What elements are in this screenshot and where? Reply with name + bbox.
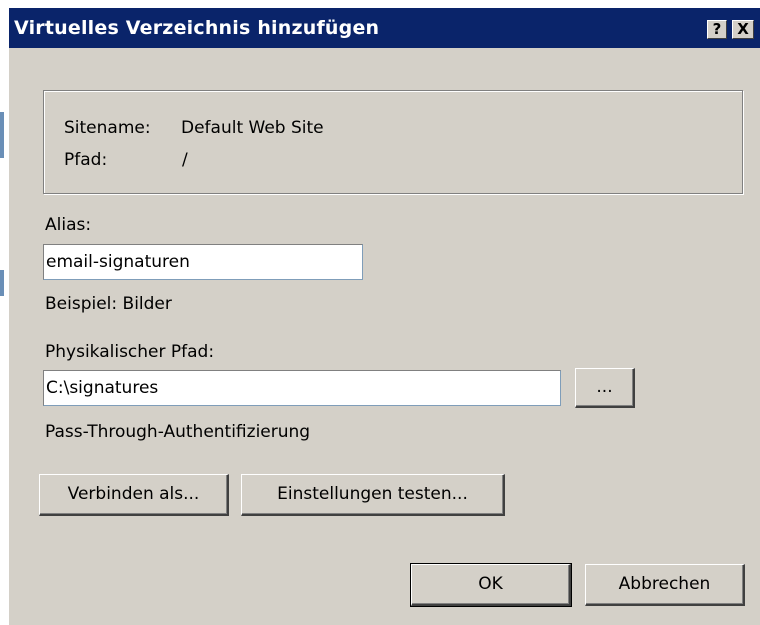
sitename-label: Sitename: xyxy=(64,118,151,138)
question-mark-icon: ? xyxy=(712,20,722,38)
alias-example-text: Beispiel: Bilder xyxy=(45,294,172,314)
path-value: / xyxy=(182,150,188,170)
path-label: Pfad: xyxy=(64,150,108,170)
cancel-button[interactable]: Abbrechen xyxy=(585,564,745,606)
ok-label: OK xyxy=(478,574,503,594)
alias-label: Alias: xyxy=(45,215,92,235)
cancel-label: Abbrechen xyxy=(618,574,711,594)
dialog-title: Virtuelles Verzeichnis hinzufügen xyxy=(14,17,380,39)
title-bar[interactable]: Virtuelles Verzeichnis hinzufügen ? X xyxy=(9,8,760,48)
close-icon: X xyxy=(737,20,749,38)
connect-as-label: Verbinden als... xyxy=(67,484,200,504)
site-info-group: Sitename: Default Web Site Pfad: / xyxy=(43,90,743,194)
connect-as-button[interactable]: Verbinden als... xyxy=(39,474,229,516)
add-virtual-directory-dialog: Virtuelles Verzeichnis hinzufügen ? X Si… xyxy=(8,8,760,625)
authentication-text: Pass-Through-Authentifizierung xyxy=(45,422,311,442)
close-button[interactable]: X xyxy=(732,20,754,39)
ok-button[interactable]: OK xyxy=(410,563,572,607)
alias-input[interactable]: email-signaturen xyxy=(43,244,363,280)
browse-button-label: ... xyxy=(596,377,613,397)
help-button[interactable]: ? xyxy=(707,20,727,39)
physical-path-label: Physikalischer Pfad: xyxy=(45,342,215,362)
physical-path-input[interactable]: C:\signatures xyxy=(43,370,561,406)
sitename-value: Default Web Site xyxy=(181,118,324,138)
background-window-edge xyxy=(0,112,4,158)
test-settings-button[interactable]: Einstellungen testen... xyxy=(241,474,505,516)
background-window-edge xyxy=(0,270,4,296)
browse-button[interactable]: ... xyxy=(575,368,635,408)
test-settings-label: Einstellungen testen... xyxy=(277,484,468,504)
